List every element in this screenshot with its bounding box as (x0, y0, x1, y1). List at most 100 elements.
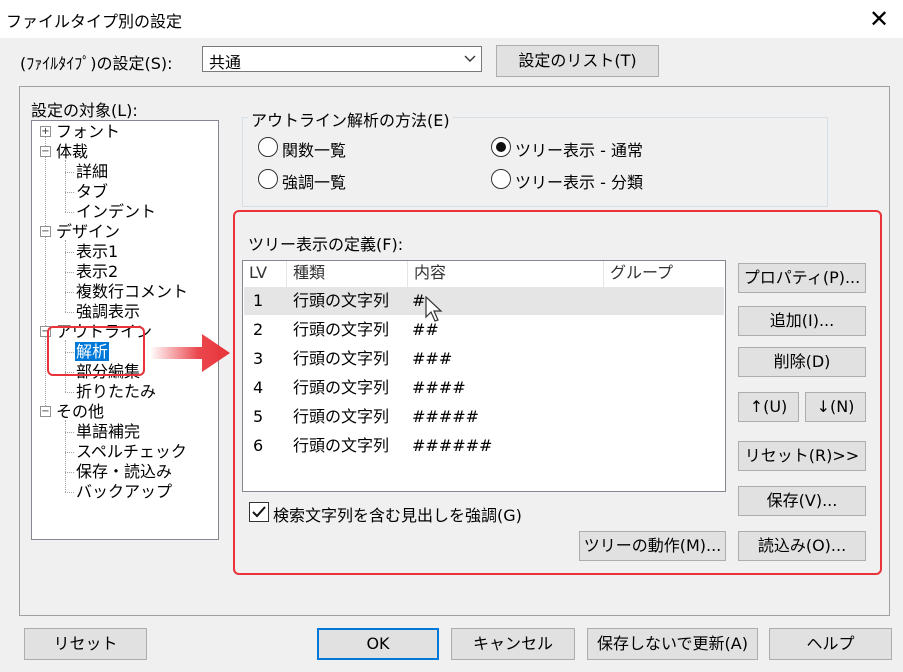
highlight-checkbox-label: 検索文字列を含む見出しを強調(G) (273, 506, 522, 525)
filetype-value: 共通 (209, 53, 242, 72)
save-defs-button[interactable]: 保存(V)... (738, 486, 866, 516)
tree-item-highlight[interactable]: 強調表示 (76, 302, 140, 322)
properties-button[interactable]: プロパティ(P)... (738, 263, 866, 293)
close-icon[interactable]: ✕ (864, 4, 894, 34)
table-row[interactable]: 6 行頭の文字列 ###### (244, 432, 724, 460)
tree-line (65, 272, 74, 273)
tree-line (65, 452, 74, 453)
checkmark-icon (252, 506, 266, 518)
cell-type: 行頭の文字列 (293, 378, 390, 397)
cell-content: # (412, 291, 426, 310)
column-header-lv[interactable]: LV (243, 261, 287, 287)
tree-line (65, 172, 74, 173)
tree-line (65, 420, 66, 492)
tree-line (65, 212, 74, 213)
tree-line (65, 492, 74, 493)
cell-type: 行頭の文字列 (293, 320, 390, 339)
window-title: ファイルタイプ別の設定 (6, 12, 183, 31)
column-header-content[interactable]: 内容 (408, 261, 604, 287)
table-row[interactable]: 2 行頭の文字列 ## (244, 316, 724, 344)
collapse-icon[interactable]: − (40, 406, 51, 417)
cell-lv: 6 (253, 436, 264, 455)
tree-item-font[interactable]: フォント (56, 122, 120, 142)
annotation-highlight-box (47, 326, 145, 376)
settings-dialog: ファイルタイプ別の設定 ✕ (ﾌｧｲﾙﾀｲﾌﾟ)の設定(S): 共通 設定のリス… (0, 0, 903, 672)
cell-type: 行頭の文字列 (293, 291, 390, 310)
cell-content: ##### (412, 407, 480, 426)
tree-def-list[interactable]: LV 種類 内容 グループ 1 行頭の文字列 # 2 行頭の文字列 ## 3 行… (242, 260, 726, 492)
tree-line (65, 160, 66, 212)
tree-item-design[interactable]: デザイン (56, 222, 120, 242)
expand-icon[interactable]: + (40, 126, 51, 137)
cell-lv: 5 (253, 407, 264, 426)
ok-button[interactable]: OK (317, 628, 439, 660)
move-up-button[interactable]: ↑(U) (738, 392, 799, 422)
help-button[interactable]: ヘルプ (769, 628, 892, 660)
reset-button[interactable]: リセット (24, 628, 147, 660)
tree-item-backup[interactable]: バックアップ (76, 482, 172, 502)
cell-type: 行頭の文字列 (293, 407, 390, 426)
tree-item-display1[interactable]: 表示1 (76, 242, 118, 262)
radio-highlight-list-label: 強調一覧 (282, 173, 347, 192)
tree-line (65, 392, 74, 393)
cell-lv: 3 (253, 349, 264, 368)
radio-function-list-label: 関数一覧 (282, 141, 347, 160)
tree-item-word-completion[interactable]: 単語補完 (76, 422, 140, 442)
mouse-cursor-icon (425, 296, 443, 322)
tree-label: 設定の対象(L): (31, 101, 138, 120)
annotation-arrow-icon (150, 334, 230, 372)
tree-line (65, 252, 74, 253)
column-header-group[interactable]: グループ (604, 261, 725, 287)
tree-item-other[interactable]: その他 (56, 402, 104, 422)
collapse-icon[interactable]: − (40, 226, 51, 237)
filetype-select[interactable]: 共通 (202, 46, 482, 72)
radio-function-list[interactable] (258, 137, 278, 157)
radio-tree-category[interactable] (491, 169, 511, 189)
radio-tree-normal-label: ツリー表示 - 通常 (515, 141, 643, 160)
cell-lv: 2 (253, 320, 264, 339)
load-defs-button[interactable]: 読込み(O)... (738, 531, 866, 561)
table-row[interactable]: 4 行頭の文字列 #### (244, 374, 724, 402)
tree-item-tab[interactable]: タブ (76, 182, 108, 202)
tree-line (65, 240, 66, 312)
outline-method-caption: アウトライン解析の方法(E) (248, 107, 453, 131)
table-row[interactable]: 3 行頭の文字列 ### (244, 345, 724, 373)
tree-line (45, 136, 46, 412)
radio-tree-normal[interactable] (491, 137, 511, 157)
delete-button[interactable]: 削除(D) (738, 347, 866, 377)
cell-lv: 4 (253, 378, 264, 397)
column-header-type[interactable]: 種類 (287, 261, 408, 287)
tree-line (65, 472, 74, 473)
tree-action-button[interactable]: ツリーの動作(M)... (579, 531, 726, 561)
tree-item-detail[interactable]: 詳細 (76, 162, 108, 182)
highlight-checkbox[interactable] (249, 502, 269, 522)
tree-item-folding[interactable]: 折りたたみ (76, 382, 156, 402)
cell-type: 行頭の文字列 (293, 349, 390, 368)
tree-def-label: ツリー表示の定義(F): (248, 235, 404, 254)
tree-item-layout[interactable]: 体裁 (56, 142, 88, 162)
add-button[interactable]: 追加(I)... (738, 306, 866, 336)
radio-selected-dot (496, 142, 506, 152)
cell-content: #### (412, 378, 466, 397)
tree-item-indent[interactable]: インデント (76, 202, 156, 222)
collapse-icon[interactable]: − (40, 146, 51, 157)
move-down-button[interactable]: ↓(N) (805, 392, 866, 422)
table-row[interactable]: 5 行頭の文字列 ##### (244, 403, 724, 431)
update-without-save-button[interactable]: 保存しないで更新(A) (587, 628, 758, 660)
cancel-button[interactable]: キャンセル (451, 628, 575, 660)
cell-lv: 1 (253, 291, 264, 310)
reset-defs-button[interactable]: リセット(R)>> (738, 441, 866, 471)
tree-item-save-load[interactable]: 保存・読込み (76, 462, 172, 482)
cell-type: 行頭の文字列 (293, 436, 390, 455)
tree-item-multiline-comment[interactable]: 複数行コメント (76, 282, 188, 302)
settings-list-button[interactable]: 設定のリスト(T) (496, 45, 659, 77)
chevron-down-icon (464, 55, 476, 62)
tree-item-display2[interactable]: 表示2 (76, 262, 118, 282)
filetype-label: (ﾌｧｲﾙﾀｲﾌﾟ)の設定(S): (20, 54, 173, 73)
table-row[interactable]: 1 行頭の文字列 # (244, 287, 724, 315)
cell-content: ### (412, 349, 453, 368)
tree-line (65, 312, 74, 313)
radio-highlight-list[interactable] (258, 169, 278, 189)
tree-item-spellcheck[interactable]: スペルチェック (76, 442, 187, 462)
tree-line (65, 192, 74, 193)
